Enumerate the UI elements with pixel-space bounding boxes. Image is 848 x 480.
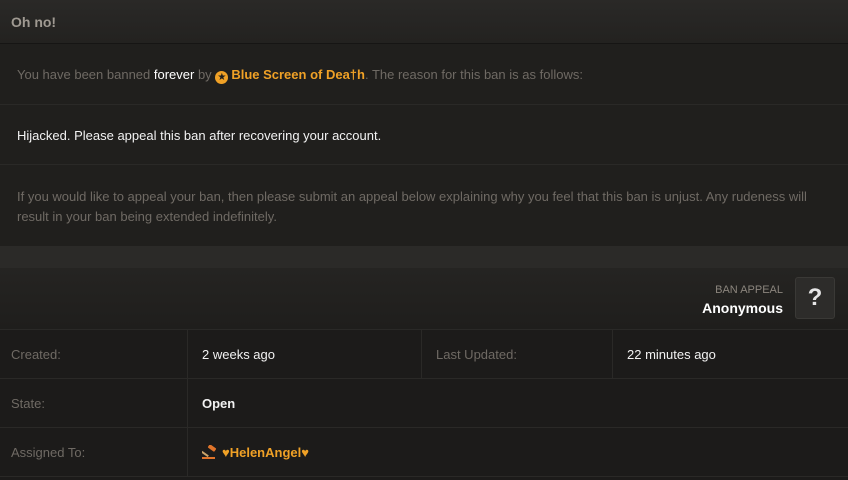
ban-intro-by: by — [194, 67, 216, 82]
gavel-icon — [202, 445, 217, 459]
assigned-label: Assigned To: — [11, 445, 86, 460]
appeal-label: BAN APPEAL — [715, 284, 783, 296]
appeal-user: Anonymous — [702, 300, 783, 316]
info-row-created: Created: 2 weeks ago Last Updated: 22 mi… — [0, 330, 848, 379]
state-label: State: — [11, 396, 45, 411]
page-title: Oh no! — [11, 14, 57, 30]
cell-divider — [612, 330, 613, 378]
page-header: Oh no! — [0, 0, 848, 44]
section-divider — [0, 246, 848, 268]
ban-intro-text: You have been banned forever by ★ Blue Sc… — [17, 65, 583, 85]
ban-intro-before: You have been banned — [17, 67, 154, 82]
ban-duration: forever — [153, 67, 195, 82]
updated-label: Last Updated: — [436, 347, 517, 362]
cell-divider — [187, 428, 188, 476]
created-value: 2 weeks ago — [202, 347, 275, 362]
updated-value: 22 minutes ago — [627, 347, 716, 362]
ban-reason-text: Hijacked. Please appeal this ban after r… — [17, 128, 382, 143]
star-badge-icon: ★ — [215, 71, 229, 84]
ban-intro-after: . The reason for this ban is as follows: — [364, 67, 583, 82]
ban-notice-text: If you would like to appeal your ban, th… — [17, 189, 807, 224]
help-button[interactable]: ? — [795, 277, 835, 319]
assigned-value: ♥HelenAngel♥ — [222, 445, 309, 460]
cell-divider — [421, 330, 422, 378]
appeal-header: BAN APPEAL Anonymous — [0, 268, 848, 330]
info-row-assigned: Assigned To: ♥HelenAngel♥ — [0, 428, 848, 477]
state-value: Open — [202, 396, 236, 411]
created-label: Created: — [11, 347, 61, 362]
assigned-user[interactable]: ♥HelenAngel♥ — [202, 445, 309, 460]
cell-divider — [187, 330, 188, 378]
info-row-state: State: Open — [0, 379, 848, 428]
cell-divider — [187, 379, 188, 427]
ban-author-link[interactable]: Blue Screen of Dea†h — [231, 67, 365, 82]
